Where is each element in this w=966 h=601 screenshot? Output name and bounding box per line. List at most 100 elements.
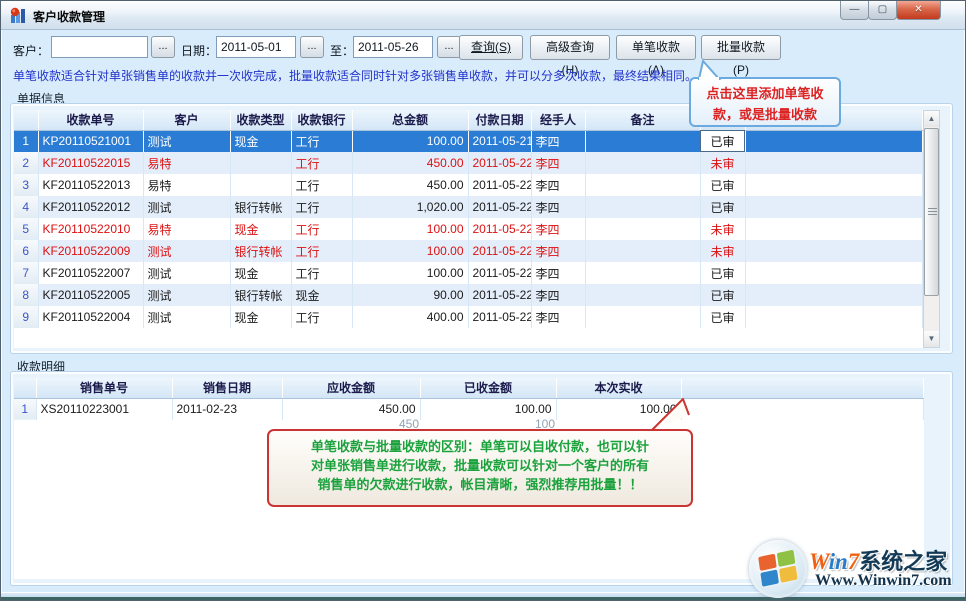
column-header[interactable]: 收款类型	[230, 110, 291, 130]
cell-amount[interactable]: 100.00	[352, 240, 468, 262]
cell-handler[interactable]: 李四	[531, 284, 585, 306]
cell-customer[interactable]: 测试	[143, 306, 230, 328]
cell-customer[interactable]: 测试	[143, 284, 230, 306]
column-header[interactable]: 经手人	[531, 110, 585, 130]
cell-id[interactable]: KF20110522013	[38, 174, 143, 196]
customer-input[interactable]	[51, 36, 148, 58]
cell-amount[interactable]: 400.00	[352, 306, 468, 328]
scroll-down-button[interactable]: ▼	[924, 331, 939, 347]
cell-customer[interactable]: 测试	[143, 196, 230, 218]
cell-customer[interactable]: 易特	[143, 218, 230, 240]
cell-status[interactable]: 已审	[700, 130, 745, 152]
cell-date[interactable]: 2011-05-22	[468, 240, 531, 262]
cell-num[interactable]: 1	[14, 130, 38, 152]
cell-num[interactable]: 3	[14, 174, 38, 196]
cell-id[interactable]: KF20110522012	[38, 196, 143, 218]
cell-customer[interactable]: 易特	[143, 152, 230, 174]
cell-type[interactable]: 现金	[230, 130, 291, 152]
cell-filler[interactable]	[745, 174, 923, 196]
cell-note[interactable]	[585, 196, 700, 218]
cell-handler[interactable]: 李四	[531, 174, 585, 196]
cell-note[interactable]	[585, 306, 700, 328]
advanced-query-button[interactable]: 高级查询(H)	[530, 35, 610, 60]
cell-handler[interactable]: 李四	[531, 240, 585, 262]
cell-customer[interactable]: 易特	[143, 174, 230, 196]
cell-customer[interactable]: 测试	[143, 130, 230, 152]
column-header[interactable]: 收款银行	[291, 110, 352, 130]
table-row[interactable]: 1KP20110521001测试现金工行100.002011-05-21李四已审	[14, 130, 923, 152]
table-row[interactable]: 8KF20110522005测试银行转帐现金90.002011-05-22李四已…	[14, 284, 923, 306]
cell-handler[interactable]: 李四	[531, 262, 585, 284]
cell-id[interactable]: KP20110521001	[38, 130, 143, 152]
cell-amount[interactable]: 450.00	[352, 174, 468, 196]
cell-type[interactable]	[230, 174, 291, 196]
cell-handler[interactable]: 李四	[531, 306, 585, 328]
cell-date[interactable]: 2011-05-21	[468, 130, 531, 152]
cell-note[interactable]	[585, 284, 700, 306]
cell-amount[interactable]: 100.00	[352, 130, 468, 152]
cell-note[interactable]	[585, 174, 700, 196]
column-header[interactable]	[14, 378, 36, 398]
table-row[interactable]: 2KF20110522015易特工行450.002011-05-22李四未审	[14, 152, 923, 174]
date-from-input[interactable]	[216, 36, 296, 58]
cell-type[interactable]: 现金	[230, 306, 291, 328]
column-header[interactable]: 客户	[143, 110, 230, 130]
cell-num[interactable]: 5	[14, 218, 38, 240]
cell-bank[interactable]: 工行	[291, 262, 352, 284]
cell-id[interactable]: KF20110522010	[38, 218, 143, 240]
cell-date[interactable]: 2011-05-22	[468, 218, 531, 240]
cell-num[interactable]: 7	[14, 262, 38, 284]
cell-bank[interactable]: 工行	[291, 306, 352, 328]
cell-type[interactable]: 银行转帐	[230, 284, 291, 306]
cell-num[interactable]: 1	[14, 398, 36, 420]
cell-num[interactable]: 2	[14, 152, 38, 174]
column-header[interactable]: 销售单号	[36, 378, 172, 398]
cell-id[interactable]: KF20110522005	[38, 284, 143, 306]
cell-type[interactable]	[230, 152, 291, 174]
cell-date[interactable]: 2011-05-22	[468, 306, 531, 328]
cell-bank[interactable]: 工行	[291, 152, 352, 174]
date-to-browse-button[interactable]: ...	[437, 36, 461, 58]
cell-note[interactable]	[585, 218, 700, 240]
cell-id[interactable]: KF20110522015	[38, 152, 143, 174]
cell-filler[interactable]	[745, 218, 923, 240]
cell-amount[interactable]: 100.00	[352, 218, 468, 240]
cell-bank[interactable]: 工行	[291, 130, 352, 152]
batch-receipt-button[interactable]: 批量收款(P)	[701, 35, 781, 60]
column-header[interactable]: 已收金额	[420, 378, 556, 398]
cell-handler[interactable]: 李四	[531, 196, 585, 218]
cell-id[interactable]: XS20110223001	[36, 398, 172, 420]
cell-bank[interactable]: 工行	[291, 174, 352, 196]
cell-filler[interactable]	[745, 152, 923, 174]
cell-filler[interactable]	[681, 398, 924, 420]
table-row[interactable]: 7KF20110522007测试现金工行100.002011-05-22李四已审	[14, 262, 923, 284]
minimize-button[interactable]: —	[840, 1, 869, 20]
cell-filler[interactable]	[745, 196, 923, 218]
cell-date[interactable]: 2011-05-22	[468, 284, 531, 306]
table-row[interactable]: 3KF20110522013易特工行450.002011-05-22李四已审	[14, 174, 923, 196]
cell-num[interactable]: 6	[14, 240, 38, 262]
close-button[interactable]: ✕	[896, 1, 941, 20]
scroll-up-button[interactable]: ▲	[924, 111, 939, 127]
cell-status[interactable]: 未审	[700, 240, 745, 262]
cell-status[interactable]: 未审	[700, 152, 745, 174]
column-header[interactable]	[681, 378, 924, 398]
date-from-browse-button[interactable]: ...	[300, 36, 324, 58]
cell-status[interactable]: 未审	[700, 218, 745, 240]
column-header[interactable]: 应收金额	[282, 378, 420, 398]
query-button[interactable]: 查询(S)	[459, 35, 523, 60]
cell-filler[interactable]	[745, 306, 923, 328]
column-header[interactable]: 销售日期	[172, 378, 282, 398]
customer-browse-button[interactable]: ...	[151, 36, 175, 58]
cell-amount[interactable]: 90.00	[352, 284, 468, 306]
column-header[interactable]: 付款日期	[468, 110, 531, 130]
cell-date[interactable]: 2011-05-22	[468, 174, 531, 196]
cell-type[interactable]: 现金	[230, 262, 291, 284]
cell-date[interactable]: 2011-05-22	[468, 262, 531, 284]
cell-status[interactable]: 已审	[700, 196, 745, 218]
cell-amount[interactable]: 100.00	[352, 262, 468, 284]
cell-id[interactable]: KF20110522004	[38, 306, 143, 328]
cell-bank[interactable]: 现金	[291, 284, 352, 306]
cell-note[interactable]	[585, 240, 700, 262]
cell-note[interactable]	[585, 262, 700, 284]
